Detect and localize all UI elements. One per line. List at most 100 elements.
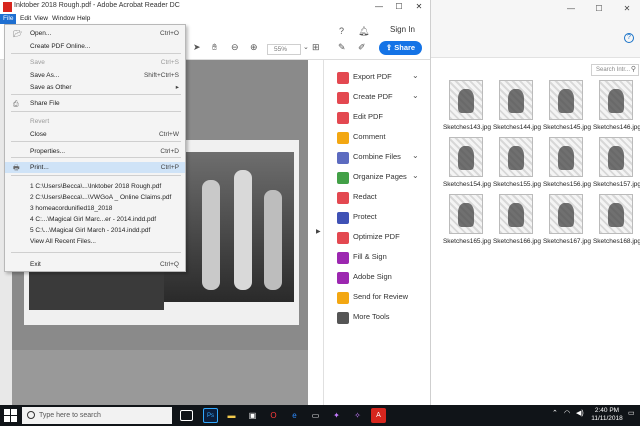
create-pdf-icon	[337, 92, 349, 104]
comment-icon[interactable]: ✎	[338, 42, 346, 53]
close-icon[interactable]: ✕	[617, 3, 637, 15]
draw-icon[interactable]: ✐	[358, 42, 366, 53]
tool-edit-pdf[interactable]: Edit PDF	[324, 108, 431, 128]
zoom-out-icon[interactable]: ⊖	[231, 42, 239, 53]
file-thumbnail[interactable]: Sketches168.jpg	[591, 194, 640, 250]
windows-start-icon[interactable]	[4, 409, 17, 422]
file-menu-item-1-c-users-becca-inktober-2018-[interactable]: 1 C:\Users\Becca\...\Inktober 2018 Rough…	[5, 181, 185, 192]
file-menu-item-properties[interactable]: Properties... Ctrl+D	[5, 146, 185, 157]
file-thumbnail[interactable]: Sketches155.jpg	[491, 137, 541, 193]
chevron-down-icon[interactable]: ⌄	[412, 151, 419, 160]
chevron-down-icon[interactable]: ⌄	[412, 71, 419, 80]
zoom-level-field[interactable]: 55%	[267, 44, 301, 55]
tool-redact[interactable]: Redact	[324, 188, 431, 208]
menu-item-label: Share File	[30, 100, 60, 107]
tool-fill-sign[interactable]: Fill & Sign	[324, 248, 431, 268]
fit-page-icon[interactable]: ⊞	[312, 42, 320, 53]
maximize-icon[interactable]: ☐	[390, 1, 408, 13]
image-preview	[549, 194, 583, 234]
file-thumbnail[interactable]: Sketches165.jpg	[441, 194, 491, 250]
taskbar-search-input[interactable]: Type here to search	[22, 407, 172, 424]
tool-more-tools[interactable]: More Tools	[324, 308, 431, 328]
menu-separator	[11, 94, 181, 95]
app-icon[interactable]: ✦	[329, 408, 344, 423]
tool-combine-files[interactable]: Combine Files ⌄	[324, 148, 431, 168]
select-pointer-icon[interactable]: ➤	[193, 42, 201, 53]
tray-up-icon[interactable]: ⌃	[552, 409, 558, 417]
file-menu-item-print[interactable]: 🖶︎ Print... Ctrl+P	[5, 162, 185, 173]
file-menu-item-exit[interactable]: Exit Ctrl+Q	[5, 259, 185, 270]
maximize-icon[interactable]: ☐	[589, 3, 609, 15]
notepad-icon[interactable]: ▭	[308, 408, 323, 423]
file-explorer-icon[interactable]: ▬	[224, 408, 239, 423]
chevron-down-icon[interactable]: ⌄	[412, 171, 419, 180]
file-menu-item-3-homeacordunified18-2018[interactable]: 3 homeacordunified18_2018	[5, 203, 185, 214]
tool-protect[interactable]: Protect	[324, 208, 431, 228]
zoom-in-icon[interactable]: ⊕	[250, 42, 258, 53]
file-menu-item-open[interactable]: 📂︎ Open... Ctrl+O	[5, 28, 185, 39]
file-menu-item-save-as[interactable]: Save As... Shift+Ctrl+S	[5, 70, 185, 81]
network-icon[interactable]: ◠	[564, 409, 570, 417]
opera-icon[interactable]: O	[266, 408, 281, 423]
acrobat-window: Inktober 2018 Rough.pdf - Adobe Acrobat …	[0, 0, 430, 405]
close-icon[interactable]: ✕	[410, 1, 428, 13]
hand-icon[interactable]: ✋︎	[212, 42, 217, 53]
file-thumbnail[interactable]: Sketches156.jpg	[541, 137, 591, 193]
file-thumbnail[interactable]: Sketches154.jpg	[441, 137, 491, 193]
app-icon-2[interactable]: ✧	[350, 408, 365, 423]
file-menu-item-close[interactable]: Close Ctrl+W	[5, 129, 185, 140]
file-menu-item-4-c-magical-girl-marc-er-2014-[interactable]: 4 C:...\Magical Girl Marc...er - 2014.in…	[5, 214, 185, 225]
file-thumbnail[interactable]: Sketches143.jpg	[441, 80, 491, 136]
file-menu-item-view-all-recent-files[interactable]: View All Recent Files...	[5, 236, 185, 247]
file-thumbnail[interactable]: Sketches146.jpg	[591, 80, 640, 136]
acrobat-taskbar-icon[interactable]: A	[371, 408, 386, 423]
image-preview	[449, 137, 483, 177]
clock[interactable]: 2:40 PM 11/11/2018	[588, 407, 626, 423]
file-menu-item-5-c-magical-girl-march-2014-in[interactable]: 5 C:\...\Magical Girl March - 2014.indd.…	[5, 225, 185, 236]
file-menu-item-2-c-users-becca-vwgoa-online-c[interactable]: 2 C:\Users\Becca\...\VWGoA _ Online Clai…	[5, 192, 185, 203]
file-thumbnail[interactable]: Sketches166.jpg	[491, 194, 541, 250]
tool-optimize-pdf[interactable]: Optimize PDF	[324, 228, 431, 248]
file-thumbnail[interactable]: Sketches144.jpg	[491, 80, 541, 136]
minimize-icon[interactable]: —	[561, 3, 581, 15]
bell-icon[interactable]: 🔔︎	[358, 26, 369, 37]
figure-artwork	[264, 190, 282, 290]
image-preview	[599, 80, 633, 120]
tool-export-pdf[interactable]: Export PDF ⌄	[324, 68, 431, 88]
menu-view[interactable]: View	[31, 14, 51, 24]
tool-comment[interactable]: Comment	[324, 128, 431, 148]
collapse-pane-icon[interactable]: ▶	[316, 228, 321, 235]
explorer-search-placeholder: Search Intr...	[596, 67, 631, 73]
file-menu-item-create-pdf-online[interactable]: Create PDF Online...	[5, 41, 185, 52]
explorer-search-input[interactable]: Search Intr... ⚲	[591, 64, 639, 76]
file-menu-item-save[interactable]: Save Ctrl+S	[5, 57, 185, 68]
file-menu-item-revert[interactable]: Revert	[5, 116, 185, 127]
file-thumbnail[interactable]: Sketches167.jpg	[541, 194, 591, 250]
file-menu-item-save-as-other[interactable]: Save as Other ▸	[5, 82, 185, 93]
chevron-down-icon[interactable]: ⌄	[303, 43, 309, 51]
sign-in-button[interactable]: Sign In	[390, 25, 415, 34]
tool-create-pdf[interactable]: Create PDF ⌄	[324, 88, 431, 108]
image-preview	[549, 80, 583, 120]
notifications-icon[interactable]: ▭	[628, 409, 635, 417]
photoshop-icon[interactable]: Ps	[203, 408, 218, 423]
tool-adobe-sign[interactable]: Adobe Sign	[324, 268, 431, 288]
edit-pdf-icon	[337, 112, 349, 124]
help-icon[interactable]: ?	[339, 26, 344, 36]
share-button[interactable]: ⇪ Share	[379, 41, 422, 55]
menu-file[interactable]: File	[0, 14, 17, 24]
edge-icon[interactable]: e	[287, 408, 302, 423]
task-view-icon[interactable]	[180, 410, 193, 421]
share-file-icon: ⎙	[13, 101, 19, 108]
file-thumbnail[interactable]: Sketches145.jpg	[541, 80, 591, 136]
chevron-down-icon[interactable]: ⌄	[412, 91, 419, 100]
tool-send-for-review[interactable]: Send for Review	[324, 288, 431, 308]
menu-help[interactable]: Help	[74, 14, 93, 24]
help-icon[interactable]: ?	[624, 33, 634, 43]
volume-icon[interactable]: ◀)	[576, 409, 584, 417]
store-icon[interactable]: ▣	[245, 408, 260, 423]
tool-organize-pages[interactable]: Organize Pages ⌄	[324, 168, 431, 188]
minimize-icon[interactable]: —	[370, 1, 388, 13]
file-menu-item-share-file[interactable]: ⎙ Share File	[5, 98, 185, 109]
file-thumbnail[interactable]: Sketches157.jpg	[591, 137, 640, 193]
